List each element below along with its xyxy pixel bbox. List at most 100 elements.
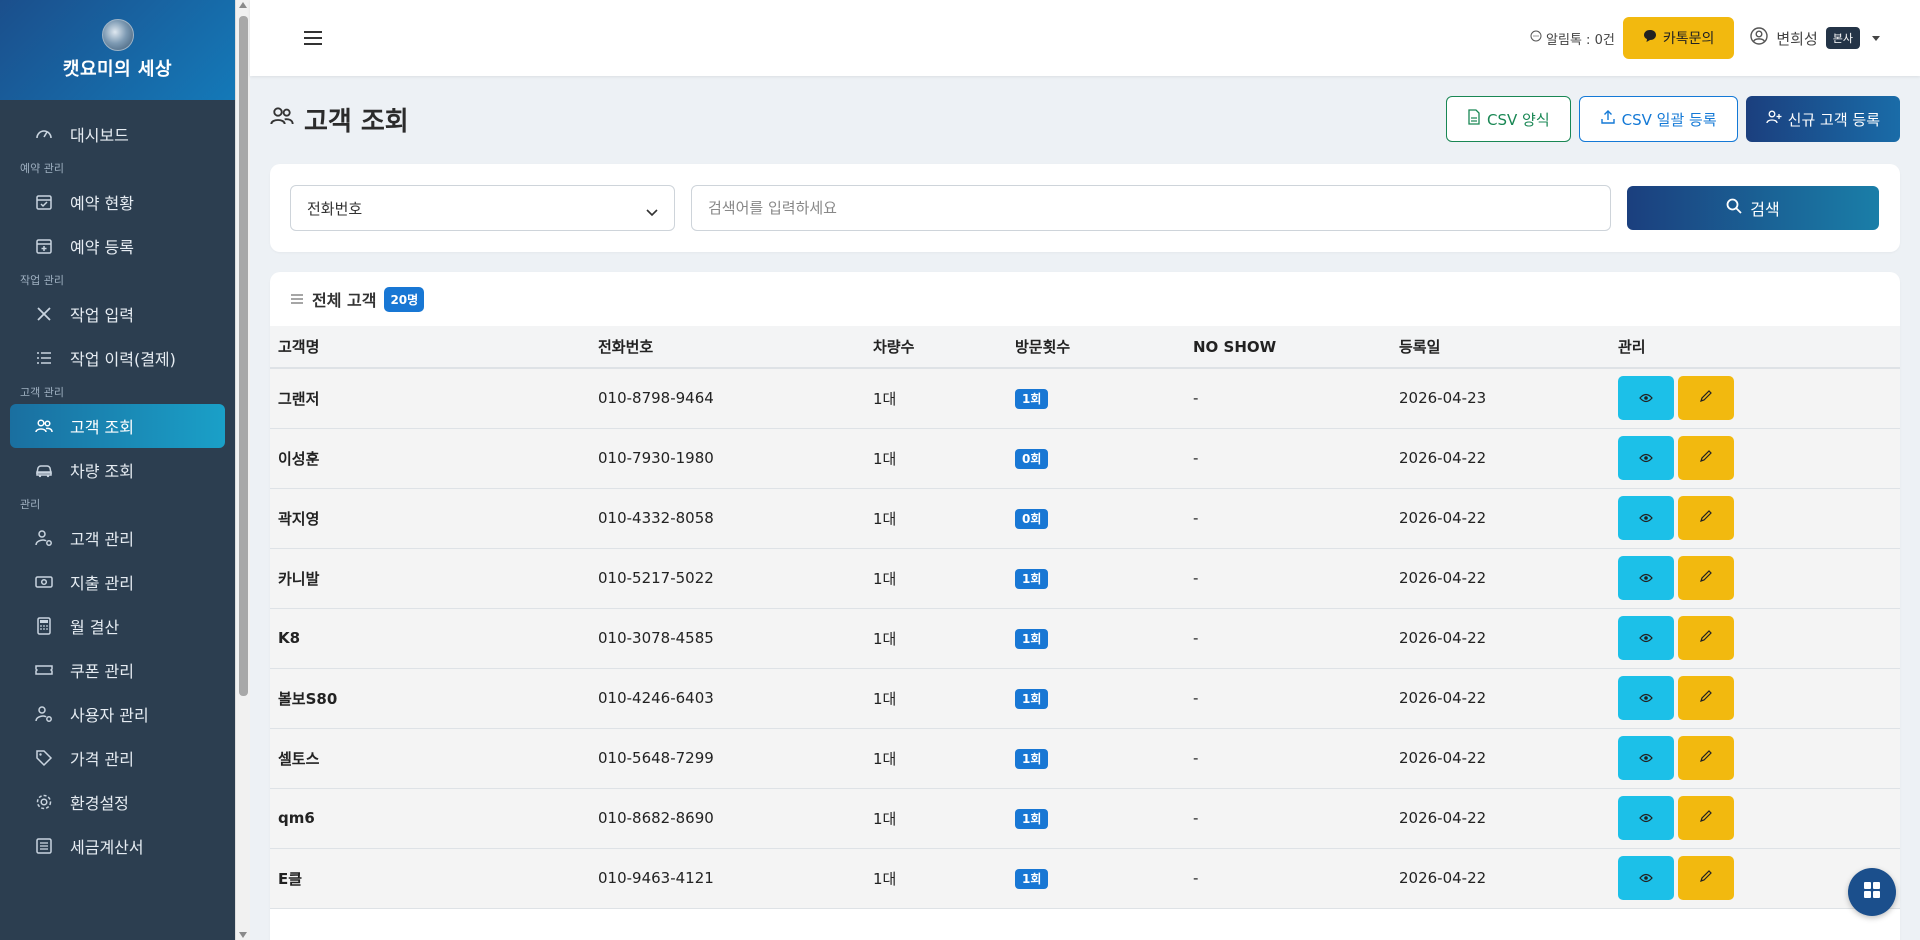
vehicle-count: 1대 bbox=[873, 689, 897, 708]
registered-date: 2026-04-22 bbox=[1399, 629, 1487, 647]
menu-toggle-icon[interactable] bbox=[304, 26, 328, 50]
sidebar-item-monthly-settle[interactable]: 월 결산 bbox=[10, 604, 225, 648]
sidebar-item-customer-lookup[interactable]: 고객 조회 bbox=[10, 404, 225, 448]
pencil-icon bbox=[1699, 689, 1713, 707]
file-icon bbox=[1467, 109, 1481, 129]
edit-button[interactable] bbox=[1678, 676, 1734, 720]
scrollbar-thumb[interactable] bbox=[239, 16, 248, 696]
alimtalk-count: 알림톡 : 0건 bbox=[1546, 32, 1615, 48]
view-button[interactable] bbox=[1618, 676, 1674, 720]
edit-button[interactable] bbox=[1678, 736, 1734, 780]
brand[interactable]: 캣요미의 세상 bbox=[0, 0, 235, 100]
search-type-select[interactable]: 전화번호 bbox=[290, 185, 675, 231]
csv-bulk-upload-label: CSV 일괄 등록 bbox=[1621, 110, 1717, 129]
customer-phone: 010-4246-6403 bbox=[598, 689, 714, 707]
col-header-noshow[interactable]: NO SHOW bbox=[1185, 326, 1391, 368]
gear-icon bbox=[34, 792, 54, 812]
table-row: 카니발 010-5217-5022 1대 1회 - 2026-04-22 bbox=[270, 548, 1900, 608]
sidebar-scrollbar[interactable] bbox=[235, 0, 250, 940]
page-header: 고객 조회 CSV 양식 CSV 일괄 등록 신규 고객 등록 bbox=[270, 76, 1900, 162]
vehicle-count: 1대 bbox=[873, 449, 897, 468]
sidebar-item-customer-manage[interactable]: 고객 관리 bbox=[10, 516, 225, 560]
upload-icon bbox=[1600, 109, 1616, 129]
edit-button[interactable] bbox=[1678, 496, 1734, 540]
person-gear-icon bbox=[34, 528, 54, 548]
col-header-name[interactable]: 고객명 bbox=[270, 326, 590, 368]
sidebar-item-price-manage[interactable]: 가격 관리 bbox=[10, 736, 225, 780]
brand-logo bbox=[101, 19, 134, 51]
kakao-inquiry-label: 카톡문의 bbox=[1662, 31, 1715, 47]
sidebar-item-label: 가격 관리 bbox=[70, 750, 134, 769]
kakao-inquiry-button[interactable]: 카톡문의 bbox=[1622, 17, 1735, 59]
sidebar-item-dashboard[interactable]: 대시보드 bbox=[10, 112, 225, 156]
noshow-value: - bbox=[1193, 749, 1199, 767]
sidebar-item-work-history[interactable]: 작업 이력(결제) bbox=[10, 336, 225, 380]
view-button[interactable] bbox=[1618, 736, 1674, 780]
sidebar-item-user-manage[interactable]: 사용자 관리 bbox=[10, 692, 225, 736]
scroll-up-icon[interactable] bbox=[239, 2, 247, 8]
col-header-cars[interactable]: 차량수 bbox=[865, 326, 1007, 368]
calculator-icon bbox=[34, 616, 54, 636]
row-actions bbox=[1610, 728, 1900, 788]
sidebar-item-expense-manage[interactable]: 지출 관리 bbox=[10, 560, 225, 604]
sidebar-item-reservation-status[interactable]: 예약 현황 bbox=[10, 180, 225, 224]
sidebar-item-label: 작업 입력 bbox=[70, 306, 134, 325]
edit-button[interactable] bbox=[1678, 436, 1734, 480]
person-circle-icon bbox=[1750, 27, 1769, 49]
edit-button[interactable] bbox=[1678, 856, 1734, 900]
visit-count-badge: 0회 bbox=[1015, 509, 1049, 529]
sidebar-item-vehicle-lookup[interactable]: 차량 조회 bbox=[10, 448, 225, 492]
speedometer-icon bbox=[34, 124, 54, 144]
visit-count-badge: 1회 bbox=[1015, 869, 1049, 889]
edit-button[interactable] bbox=[1678, 556, 1734, 600]
noshow-value: - bbox=[1193, 389, 1199, 408]
sidebar-item-settings[interactable]: 환경설정 bbox=[10, 780, 225, 824]
new-customer-button[interactable]: 신규 고객 등록 bbox=[1745, 96, 1900, 142]
view-button[interactable] bbox=[1618, 376, 1674, 421]
table-row: 그랜저 010-8798-9464 1대 1회 - 2026-04-23 bbox=[270, 368, 1900, 428]
sidebar-item-work-input[interactable]: 작업 입력 bbox=[10, 292, 225, 336]
customer-name: 이성훈 bbox=[278, 449, 320, 468]
table-row: K8 010-3078-4585 1대 1회 - 2026-04-22 bbox=[270, 608, 1900, 668]
noshow-value: - bbox=[1193, 509, 1199, 527]
search-input[interactable] bbox=[691, 185, 1611, 231]
registered-date: 2026-04-22 bbox=[1399, 869, 1487, 887]
col-header-visits[interactable]: 방문횟수 bbox=[1007, 326, 1185, 368]
customer-phone: 010-4332-8058 bbox=[598, 509, 714, 527]
view-button[interactable] bbox=[1618, 436, 1674, 480]
table-row: 이성훈 010-7930-1980 1대 0회 - 2026-04-22 bbox=[270, 428, 1900, 488]
pencil-icon bbox=[1699, 749, 1713, 767]
vehicle-count: 1대 bbox=[873, 869, 897, 888]
view-button[interactable] bbox=[1618, 856, 1674, 900]
row-actions bbox=[1610, 668, 1900, 728]
scroll-down-icon[interactable] bbox=[239, 932, 247, 938]
edit-button[interactable] bbox=[1678, 376, 1734, 421]
sidebar-nav: 대시보드 예약 관리 예약 현황 예약 등록 작업 관리 작업 입력 작업 이력… bbox=[0, 100, 235, 868]
csv-bulk-upload-button[interactable]: CSV 일괄 등록 bbox=[1578, 96, 1738, 142]
noshow-value: - bbox=[1193, 449, 1199, 467]
user-menu[interactable]: 변희성 본사 bbox=[1750, 27, 1880, 49]
quick-menu-button[interactable] bbox=[1848, 868, 1896, 916]
user-branch-badge: 본사 bbox=[1825, 27, 1860, 49]
search-button[interactable]: 검색 bbox=[1627, 186, 1879, 230]
col-header-phone[interactable]: 전화번호 bbox=[590, 326, 865, 368]
view-button[interactable] bbox=[1618, 616, 1674, 660]
csv-template-button[interactable]: CSV 양식 bbox=[1446, 96, 1571, 142]
sidebar-item-label: 예약 현황 bbox=[70, 194, 134, 213]
sidebar-item-coupon-manage[interactable]: 쿠폰 관리 bbox=[10, 648, 225, 692]
car-icon bbox=[34, 460, 54, 480]
pencil-icon bbox=[1699, 569, 1713, 587]
person-plus-icon bbox=[1766, 109, 1782, 129]
view-button[interactable] bbox=[1618, 796, 1674, 840]
eye-icon bbox=[1639, 809, 1653, 827]
sidebar-item-label: 세금계산서 bbox=[70, 838, 144, 857]
vehicle-count: 1대 bbox=[873, 809, 897, 828]
visit-count-cell: 1회 bbox=[1007, 368, 1185, 428]
sidebar-item-reservation-register[interactable]: 예약 등록 bbox=[10, 224, 225, 268]
edit-button[interactable] bbox=[1678, 616, 1734, 660]
edit-button[interactable] bbox=[1678, 796, 1734, 840]
sidebar-item-tax-invoice[interactable]: 세금계산서 bbox=[10, 824, 225, 868]
col-header-registered[interactable]: 등록일 bbox=[1391, 326, 1610, 368]
view-button[interactable] bbox=[1618, 496, 1674, 540]
view-button[interactable] bbox=[1618, 556, 1674, 600]
